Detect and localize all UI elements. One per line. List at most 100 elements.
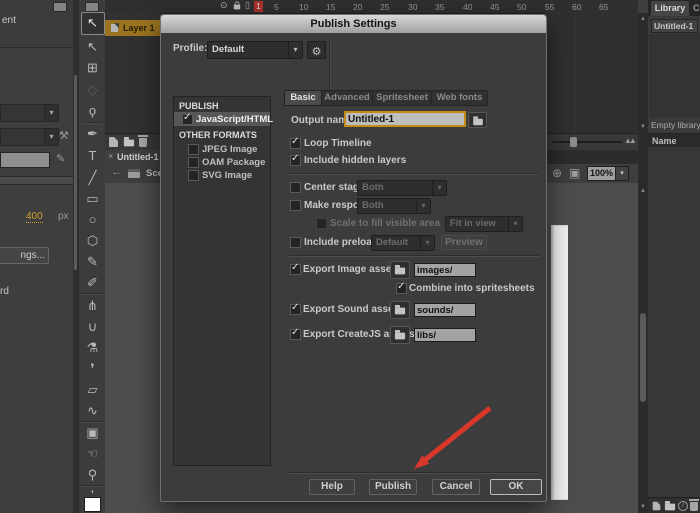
center-frame-icon[interactable]: ⊕: [552, 166, 562, 180]
polystar-tool-icon[interactable]: ⬡: [79, 231, 106, 251]
include-hidden-layers-checkbox[interactable]: [290, 155, 301, 166]
oam-label[interactable]: OAM Package: [202, 157, 265, 168]
chevron-down-icon[interactable]: ▾: [44, 128, 59, 146]
center-stage-checkbox[interactable]: [290, 182, 301, 193]
line-tool-icon[interactable]: ╱: [79, 168, 106, 188]
format-row-javascript-html[interactable]: JavaScript/HTML: [174, 112, 270, 126]
eraser-tool-icon[interactable]: ▱: [79, 380, 106, 400]
current-frame-marker[interactable]: 1: [254, 1, 263, 12]
export-createjs-path-input[interactable]: [414, 328, 476, 342]
eye-icon[interactable]: ⊙: [220, 0, 228, 11]
combine-spritesheets-checkbox[interactable]: [396, 283, 407, 294]
paint-bucket-tool-icon[interactable]: ∪: [79, 317, 106, 337]
createjs-folder-button[interactable]: [390, 326, 410, 344]
new-library-folder-icon[interactable]: [665, 504, 675, 511]
lock-icon[interactable]: [234, 5, 240, 10]
svg-checkbox[interactable]: [188, 170, 199, 181]
oam-checkbox[interactable]: [188, 157, 199, 168]
rectangle-tool-icon[interactable]: ▭: [79, 189, 106, 209]
subselection-tool-icon[interactable]: ↖: [79, 37, 106, 57]
property-dropdown[interactable]: [0, 128, 46, 146]
tab-advanced[interactable]: Advanced: [321, 90, 373, 106]
timeline-frames-area[interactable]: [545, 13, 638, 133]
pen-tool-icon[interactable]: ✒: [79, 124, 106, 144]
pencil-tool-icon[interactable]: ✎: [79, 252, 106, 272]
library-list[interactable]: [648, 147, 700, 497]
stage[interactable]: [551, 225, 568, 500]
camera-tool-icon[interactable]: ▣: [79, 423, 106, 443]
stage-zoom-dropdown-arrow[interactable]: ▾: [615, 166, 629, 181]
width-tool-icon[interactable]: ∿: [79, 401, 106, 421]
new-symbol-icon[interactable]: [653, 502, 661, 511]
profile-options-button[interactable]: ⚙: [307, 41, 326, 59]
delete-item-icon[interactable]: [690, 502, 698, 511]
lasso-tool-icon[interactable]: ϙ: [79, 101, 106, 121]
javascript-html-checkbox[interactable]: [182, 114, 193, 125]
clip-content-icon[interactable]: ▣: [569, 166, 580, 180]
outline-column-icon[interactable]: ▯: [245, 0, 250, 11]
ok-button[interactable]: OK: [490, 479, 542, 495]
new-layer-icon[interactable]: [109, 137, 118, 147]
output-browse-button[interactable]: [468, 112, 487, 128]
make-responsive-dropdown[interactable]: Both ▾: [357, 198, 431, 214]
free-transform-tool-icon[interactable]: ⊞: [79, 58, 106, 78]
frame-size-icon[interactable]: ▲▲: [624, 136, 634, 145]
dialog-title[interactable]: Publish Settings: [161, 15, 546, 33]
tab-close-icon[interactable]: ×: [108, 151, 113, 161]
export-sound-path-input[interactable]: [414, 303, 476, 317]
publish-button[interactable]: Publish: [369, 479, 417, 495]
layer-row[interactable]: Layer 1: [105, 20, 160, 36]
profile-dropdown[interactable]: Default ▾: [207, 41, 303, 59]
hand-tool-icon[interactable]: ☜: [79, 444, 106, 464]
scale-checkbox[interactable]: [316, 218, 327, 229]
timeline-zoom-slider-track[interactable]: [552, 141, 622, 143]
stage-size-value[interactable]: 400: [26, 211, 43, 223]
document-tab[interactable]: × Untitled-1: [105, 150, 161, 164]
panel-collapse-button[interactable]: [85, 2, 99, 12]
tab-basic[interactable]: Basic: [284, 90, 322, 106]
make-responsive-checkbox[interactable]: [290, 200, 301, 211]
document-tab-title[interactable]: Untitled-1: [117, 152, 159, 162]
tab-cc-libraries-fragment[interactable]: CC: [693, 3, 700, 13]
property-text-field[interactable]: [0, 152, 50, 168]
preview-button[interactable]: Preview: [441, 235, 487, 250]
chevron-down-icon[interactable]: ▾: [44, 104, 59, 122]
ink-bottle-tool-icon[interactable]: ⚗: [79, 338, 106, 358]
zoom-tool-icon[interactable]: ⚲: [79, 465, 106, 485]
fill-color-swatch[interactable]: [84, 497, 101, 512]
cancel-button[interactable]: Cancel: [432, 479, 480, 495]
scrollbar-thumb[interactable]: [640, 313, 646, 402]
oval-tool-icon[interactable]: ○: [79, 210, 106, 230]
brush-tool-icon[interactable]: ✐: [79, 273, 106, 293]
wrench-icon[interactable]: ⚒: [59, 129, 69, 142]
scale-dropdown[interactable]: Fit in view ▾: [445, 216, 523, 232]
delete-layer-icon[interactable]: [139, 138, 147, 147]
output-name-input[interactable]: [344, 111, 466, 127]
help-button[interactable]: Help: [309, 479, 355, 495]
stage-zoom-field[interactable]: 100%: [587, 166, 616, 181]
new-folder-icon[interactable]: [124, 140, 134, 147]
export-createjs-checkbox[interactable]: [290, 329, 301, 340]
export-image-path-input[interactable]: [414, 263, 476, 277]
gradient-transform-tool-icon[interactable]: ◇: [79, 80, 106, 100]
timeline-ruler[interactable]: ⊙ ▯ 1 5 10 15 20 25 30 35 40 45 50 55 60…: [105, 0, 638, 14]
vertical-scrollbar[interactable]: ▲ ▼ ▲ ▼: [638, 13, 648, 513]
export-image-checkbox[interactable]: [290, 264, 301, 275]
tab-spritesheet[interactable]: Spritesheet: [372, 90, 432, 106]
tab-library[interactable]: Library: [651, 1, 689, 16]
center-stage-dropdown[interactable]: Both ▾: [357, 180, 447, 196]
eyedropper-tool-icon[interactable]: ❜: [79, 359, 106, 379]
include-preloader-checkbox[interactable]: [290, 237, 301, 248]
selection-tool-icon[interactable]: ↖: [79, 13, 106, 33]
svg-label[interactable]: SVG Image: [202, 170, 252, 181]
property-dropdown[interactable]: [0, 104, 46, 122]
preloader-dropdown[interactable]: Default ▾: [371, 235, 435, 251]
jpeg-checkbox[interactable]: [188, 144, 199, 155]
library-document-select[interactable]: Untitled-1: [651, 19, 698, 33]
back-arrow-icon[interactable]: ←: [111, 166, 122, 178]
image-folder-button[interactable]: [390, 261, 410, 279]
loop-timeline-checkbox[interactable]: [290, 138, 301, 149]
panel-collapse-button[interactable]: [53, 2, 67, 12]
text-tool-icon[interactable]: T: [79, 146, 106, 166]
export-sound-checkbox[interactable]: [290, 304, 301, 315]
